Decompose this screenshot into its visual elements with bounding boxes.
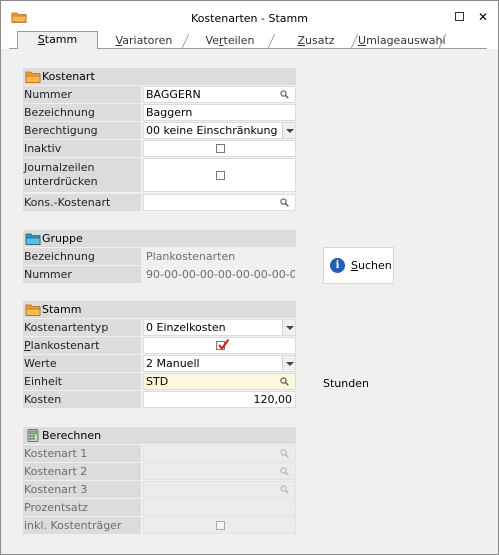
tab-variatoren[interactable]: Variatoren — [105, 33, 183, 49]
kostenartentyp-value: 0 Einzelkosten — [146, 321, 226, 334]
section-title: Gruppe — [42, 232, 83, 245]
kons-kostenart-field[interactable] — [143, 194, 296, 211]
gruppe-bezeichnung-value: Plankostenarten — [146, 250, 236, 263]
chevron-down-icon[interactable] — [282, 320, 295, 335]
kostenart-1-field — [143, 445, 296, 462]
inkl-kostentraeger-checkbox — [216, 521, 225, 530]
prozentsatz-label: Prozentsatz — [23, 499, 141, 516]
kosten-label: Kosten — [23, 391, 141, 408]
search-icon[interactable] — [280, 90, 289, 99]
section-title: Berechnen — [42, 429, 102, 442]
plankostenart-label: Plankostenart — [23, 337, 141, 354]
journalzeilen-field — [143, 158, 296, 192]
tab-umlageauswahl[interactable]: Umlageauswahl — [358, 33, 446, 49]
info-icon: i — [330, 258, 345, 273]
maximize-icon[interactable] — [451, 9, 467, 25]
section-title: Kostenart — [42, 70, 95, 83]
werte-value: 2 Manuell — [146, 357, 200, 370]
inaktiv-label: Inaktiv — [23, 140, 141, 157]
folder-icon — [25, 304, 41, 316]
section-title: Stamm — [42, 303, 82, 316]
nummer-field[interactable]: BAGGERN — [143, 86, 296, 103]
search-icon[interactable] — [280, 198, 289, 207]
kostenart-2-field — [143, 463, 296, 480]
berechtigung-value: 00 keine Einschränkung — [146, 124, 278, 137]
kosten-value: 120,00 — [253, 393, 293, 406]
einheit-value: STD — [146, 375, 169, 388]
tab-zusatz[interactable]: Zusatz — [277, 33, 355, 49]
kostenart-1-label: Kostenart 1 — [23, 445, 141, 462]
einheit-field[interactable]: STD — [143, 373, 296, 390]
werte-label: Werte — [23, 355, 141, 372]
kostenartentyp-label: Kostenartentyp — [23, 319, 141, 336]
kons-kostenart-label: Kons.-Kostenart — [23, 194, 141, 211]
inkl-kostentraeger-label: inkl. Kostenträger — [23, 517, 141, 534]
section-header-stamm: Stamm — [23, 301, 296, 318]
gruppe-nummer-field: 90-00-00-00-00-00-00-00-00 — [143, 266, 296, 283]
journalzeilen-checkbox[interactable] — [216, 171, 225, 180]
folder-icon — [25, 71, 41, 83]
bezeichnung-field[interactable]: Baggern — [143, 104, 296, 121]
search-icon — [280, 449, 289, 458]
journalzeilen-label: Journalzeilen unterdrücken — [23, 158, 141, 192]
tab-verteilen[interactable]: Verteilen — [191, 33, 269, 49]
tab-stamm[interactable]: Stamm — [17, 31, 98, 49]
inkl-kostentraeger-field — [143, 517, 296, 534]
inaktiv-field — [143, 140, 296, 157]
gruppe-bezeichnung-label: Bezeichnung — [23, 248, 141, 265]
kostenart-2-label: Kostenart 2 — [23, 463, 141, 480]
window: Kostenarten - Stamm ✕ Stamm Variatoren V… — [0, 0, 499, 555]
nummer-label: Nummer — [23, 86, 141, 103]
kostenartentyp-select[interactable]: 0 Einzelkosten — [143, 319, 296, 336]
einheit-description: Stunden — [323, 377, 369, 390]
chevron-down-icon[interactable] — [282, 123, 295, 138]
werte-select[interactable]: 2 Manuell — [143, 355, 296, 372]
search-icon — [280, 467, 289, 476]
gruppe-nummer-value: 90-00-00-00-00-00-00-00-00 — [146, 268, 296, 281]
title-bar: Kostenarten - Stamm ✕ — [1, 1, 498, 31]
plankostenart-field — [143, 337, 296, 354]
berechtigung-label: Berechtigung — [23, 122, 141, 139]
window-title: Kostenarten - Stamm — [191, 12, 308, 25]
gruppe-bezeichnung-field: Plankostenarten — [143, 248, 296, 265]
checkmark-icon — [218, 338, 230, 351]
section-header-berechnen: Berechnen — [23, 427, 296, 444]
kostenart-3-label: Kostenart 3 — [23, 481, 141, 498]
prozentsatz-field — [143, 499, 296, 516]
kostenart-3-field — [143, 481, 296, 498]
folder-icon — [25, 233, 41, 245]
close-icon[interactable]: ✕ — [475, 9, 491, 25]
berechtigung-select[interactable]: 00 keine Einschränkung — [143, 122, 296, 139]
gruppe-nummer-label: Nummer — [23, 266, 141, 283]
nummer-value: BAGGERN — [146, 88, 201, 101]
section-header-kostenart: Kostenart — [23, 68, 296, 85]
search-icon — [280, 485, 289, 494]
search-icon[interactable] — [280, 377, 289, 386]
plankostenart-checkbox[interactable] — [216, 338, 230, 351]
bezeichnung-value: Baggern — [146, 106, 193, 119]
chevron-down-icon[interactable] — [282, 356, 295, 371]
section-header-gruppe: Gruppe — [23, 230, 296, 247]
calculator-icon — [27, 429, 39, 442]
suchen-button[interactable]: i Suchen — [323, 247, 394, 284]
kosten-field[interactable]: 120,00 — [143, 391, 296, 408]
bezeichnung-label: Bezeichnung — [23, 104, 141, 121]
einheit-label: Einheit — [23, 373, 141, 390]
inaktiv-checkbox[interactable] — [216, 144, 225, 153]
